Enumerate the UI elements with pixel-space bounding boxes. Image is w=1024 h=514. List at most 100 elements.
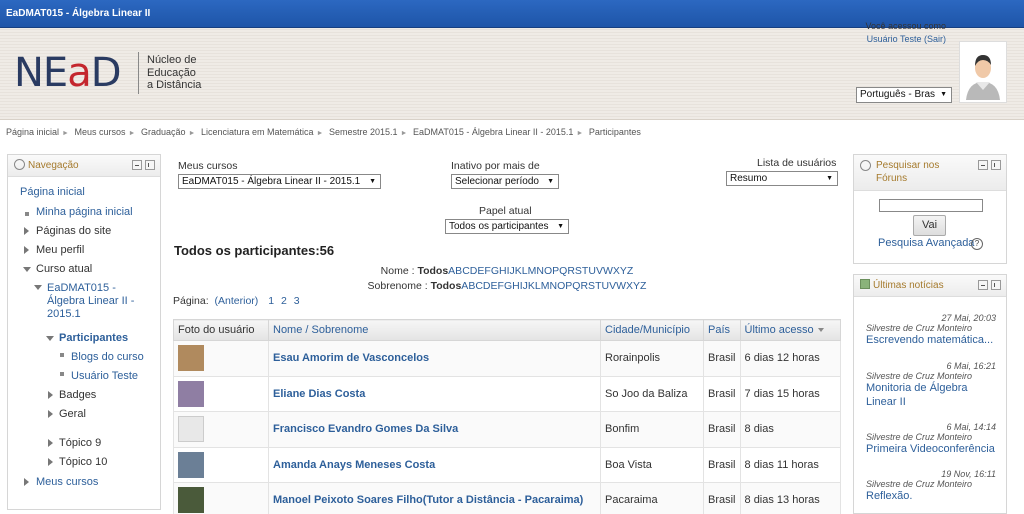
nav-participants[interactable]: Participantes — [59, 332, 128, 344]
participant-name-link[interactable]: Manoel Peixoto Soares Filho(Tutor a Dist… — [273, 494, 583, 506]
collapse-icon[interactable] — [132, 160, 142, 170]
user-avatar[interactable] — [959, 41, 1007, 103]
letter-filter-link[interactable]: U — [588, 265, 596, 277]
letter-filter-link[interactable]: H — [512, 280, 520, 292]
nav-profile[interactable]: Meu perfil — [36, 244, 84, 256]
letter-filter-link[interactable]: X — [626, 280, 633, 292]
letter-filter-link[interactable]: G — [491, 265, 499, 277]
go-button[interactable]: Vai — [913, 215, 946, 236]
nav-topic-10[interactable]: Tópico 10 — [59, 456, 107, 468]
expand-arrow-icon[interactable] — [48, 410, 53, 418]
letter-filter-link[interactable]: M — [541, 280, 550, 292]
participant-name-link[interactable]: Francisco Evandro Gomes Da Silva — [273, 423, 458, 435]
nav-my-courses[interactable]: Meus cursos — [36, 476, 98, 488]
letter-filter-link[interactable]: W — [616, 280, 626, 292]
letter-filter-link[interactable]: S — [575, 265, 582, 277]
participant-name-link[interactable]: Eliane Dias Costa — [273, 388, 365, 400]
breadcrumb-item[interactable]: Semestre 2015.1 — [329, 127, 398, 137]
page-link[interactable]: 1 — [268, 295, 274, 307]
dock-icon[interactable] — [991, 160, 1001, 170]
dock-icon[interactable] — [145, 160, 155, 170]
user-photo[interactable] — [178, 416, 204, 443]
breadcrumb-item[interactable]: Licenciatura em Matemática — [201, 127, 314, 137]
news-link[interactable]: Escrevendo matemática... — [866, 334, 993, 346]
letter-filter-link[interactable]: N — [550, 280, 558, 292]
nav-site-pages[interactable]: Páginas do site — [36, 225, 111, 237]
breadcrumb-item[interactable]: Página inicial — [6, 127, 59, 137]
col-name[interactable]: Nome / Sobrenome — [268, 319, 601, 341]
collapse-icon[interactable] — [978, 280, 988, 290]
expand-arrow-icon[interactable] — [48, 458, 53, 466]
letter-filter-link[interactable]: E — [491, 280, 498, 292]
name-letters[interactable]: ABCDEFGHIJKLMNOPQRSTUVWXYZ — [448, 265, 633, 277]
breadcrumb-item[interactable]: EaDMAT015 - Álgebra Linear II - 2015.1 — [413, 127, 573, 137]
user-photo[interactable] — [178, 345, 204, 372]
news-link[interactable]: Reflexão. — [866, 490, 912, 502]
letter-filter-link[interactable]: C — [475, 280, 483, 292]
user-name-link[interactable]: Usuário Teste — [867, 34, 922, 44]
col-country[interactable]: País — [703, 319, 741, 341]
nav-badges[interactable]: Badges — [59, 389, 96, 401]
letter-filter-link[interactable]: Z — [627, 265, 633, 277]
letter-filter-link[interactable]: Z — [640, 280, 646, 292]
letter-filter-link[interactable]: N — [536, 265, 544, 277]
page-link[interactable]: 2 — [281, 295, 287, 307]
user-photo[interactable] — [178, 451, 204, 478]
nav-test-user[interactable]: Usuário Teste — [71, 370, 138, 382]
user-photo[interactable] — [178, 380, 204, 407]
nav-general[interactable]: Geral — [59, 408, 86, 420]
course-title[interactable]: EaDMAT015 - Álgebra Linear II — [6, 8, 150, 19]
dock-icon[interactable] — [991, 280, 1001, 290]
advanced-search-link[interactable]: Pesquisa Avançada — [878, 237, 974, 249]
nav-course-blogs[interactable]: Blogs do curso — [71, 351, 144, 363]
breadcrumb-item[interactable]: Meus cursos — [75, 127, 126, 137]
expand-arrow-icon[interactable] — [48, 391, 53, 399]
letter-filter-link[interactable]: Y — [620, 265, 627, 277]
logout-link[interactable]: (Sair) — [924, 34, 946, 44]
nav-home[interactable]: Página inicial — [20, 186, 85, 198]
letter-filter-link[interactable]: K — [528, 280, 535, 292]
letter-filter-link[interactable]: O — [544, 265, 552, 277]
name-all-filter[interactable]: Todos — [417, 265, 448, 277]
expand-arrow-icon[interactable] — [24, 227, 29, 235]
breadcrumb-item[interactable]: Graduação — [141, 127, 186, 137]
forum-search-input[interactable] — [879, 199, 983, 212]
letter-filter-link[interactable]: K — [515, 265, 522, 277]
letter-filter-link[interactable]: R — [580, 280, 588, 292]
role-select[interactable]: Todos os participantes ▼ — [445, 219, 569, 234]
collapse-arrow-icon[interactable] — [46, 336, 54, 341]
letter-filter-link[interactable]: Y — [633, 280, 640, 292]
nav-my-home[interactable]: Minha página inicial — [36, 206, 133, 218]
col-last-access[interactable]: Último acesso — [739, 319, 842, 341]
help-icon[interactable]: ? — [971, 238, 983, 250]
collapse-icon[interactable] — [978, 160, 988, 170]
participant-name-link[interactable]: Esau Amorim de Vasconcelos — [273, 352, 429, 364]
my-courses-select[interactable]: EaDMAT015 - Álgebra Linear II - 2015.1 ▼ — [178, 174, 381, 189]
letter-filter-link[interactable]: V — [596, 265, 603, 277]
news-link[interactable]: Primeira Videoconferência — [866, 443, 995, 455]
letter-filter-link[interactable]: G — [504, 280, 512, 292]
letter-filter-link[interactable]: C — [462, 265, 470, 277]
letter-filter-link[interactable]: X — [613, 265, 620, 277]
inactive-period-select[interactable]: Selecionar período ▼ — [451, 174, 559, 189]
letter-filter-link[interactable]: R — [567, 265, 575, 277]
letter-filter-link[interactable]: U — [601, 280, 609, 292]
letter-filter-link[interactable]: W — [603, 265, 613, 277]
surname-all-filter[interactable]: Todos — [431, 280, 462, 292]
letter-filter-link[interactable]: D — [483, 280, 491, 292]
letter-filter-link[interactable]: H — [499, 265, 507, 277]
user-photo[interactable] — [178, 487, 204, 514]
nav-topic-9[interactable]: Tópico 9 — [59, 437, 101, 449]
col-city[interactable]: Cidade/Município — [600, 319, 704, 341]
page-link[interactable]: 3 — [294, 295, 300, 307]
language-select[interactable]: Português - Bras ▼ — [856, 87, 952, 103]
news-link[interactable]: Monitoria de Álgebra Linear II — [866, 381, 996, 409]
user-list-select[interactable]: Resumo ▼ — [726, 171, 838, 186]
participant-name-link[interactable]: Amanda Anays Meneses Costa — [273, 459, 435, 471]
expand-arrow-icon[interactable] — [24, 246, 29, 254]
surname-letters[interactable]: ABCDEFGHIJKLMNOPQRSTUVWXYZ — [461, 280, 646, 292]
expand-arrow-icon[interactable] — [24, 478, 29, 486]
letter-filter-link[interactable]: S — [588, 280, 595, 292]
expand-arrow-icon[interactable] — [48, 439, 53, 447]
prev-page-link[interactable]: (Anterior) — [215, 295, 259, 307]
